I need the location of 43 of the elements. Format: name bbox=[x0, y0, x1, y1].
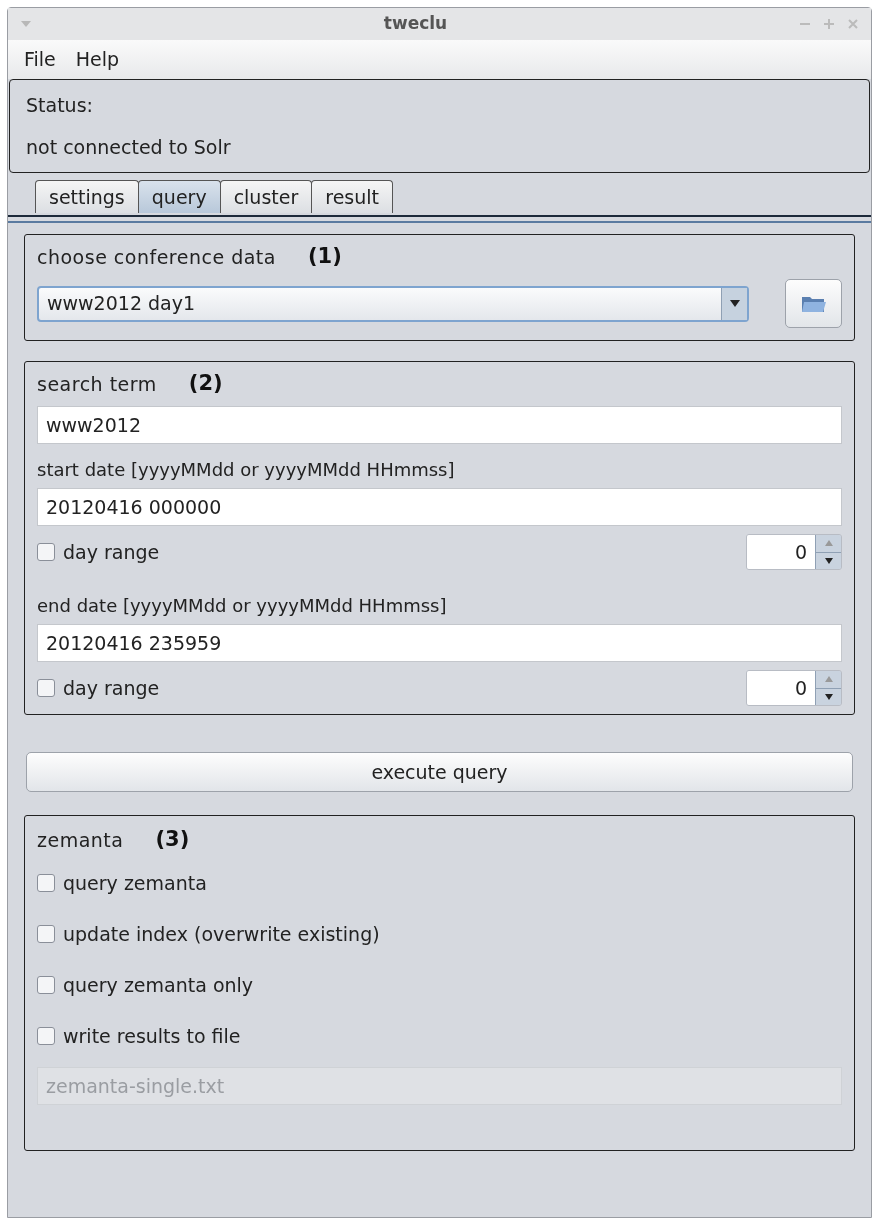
checkbox[interactable] bbox=[37, 976, 55, 994]
checkbox-label: query zemanta bbox=[63, 870, 207, 896]
field-label: start date [yyyyMMdd or yyyyMMdd HHmmss] bbox=[37, 458, 456, 482]
status-message: not connected to Solr bbox=[26, 134, 232, 160]
close-icon[interactable] bbox=[847, 18, 859, 30]
spinner-value: 0 bbox=[747, 671, 815, 705]
number-spinner[interactable]: 0 bbox=[746, 670, 842, 706]
checkbox-label: write results to file bbox=[63, 1023, 241, 1049]
tab[interactable]: settings bbox=[35, 180, 139, 213]
spinner-value: 0 bbox=[747, 535, 815, 569]
window-menu-icon[interactable] bbox=[20, 20, 32, 28]
conference-dropdown[interactable]: www2012 day1 bbox=[37, 285, 749, 322]
section-number: (3) bbox=[155, 826, 190, 854]
status-label: Status: bbox=[26, 92, 94, 118]
checkbox[interactable] bbox=[37, 1027, 55, 1045]
checkbox-label: day range bbox=[63, 539, 160, 565]
maximize-icon[interactable] bbox=[823, 18, 835, 30]
section-title: zemanta bbox=[37, 827, 124, 853]
execute-query-button[interactable]: execute query bbox=[26, 752, 853, 792]
section-title: choose conference data bbox=[37, 244, 276, 270]
section-number: (2) bbox=[188, 370, 223, 398]
menu-item[interactable]: File bbox=[20, 45, 60, 74]
checkbox[interactable] bbox=[37, 679, 55, 697]
tab[interactable]: cluster bbox=[219, 180, 313, 213]
checkbox[interactable] bbox=[37, 925, 55, 943]
search-field[interactable]: www2012 bbox=[37, 406, 842, 444]
checkbox[interactable] bbox=[37, 543, 55, 561]
date-field[interactable]: 20120416 235959 bbox=[37, 624, 842, 662]
checkbox[interactable] bbox=[37, 874, 55, 892]
field-label: end date [yyyyMMdd or yyyyMMdd HHmmss] bbox=[37, 594, 448, 618]
checkbox-label: day range bbox=[63, 675, 160, 701]
date-field[interactable]: 20120416 000000 bbox=[37, 488, 842, 526]
tab[interactable]: result bbox=[311, 180, 394, 213]
dropdown-value: www2012 day1 bbox=[46, 291, 197, 317]
number-spinner[interactable]: 0 bbox=[746, 534, 842, 570]
section-title: search term bbox=[37, 371, 157, 397]
checkbox-label: query zemanta only bbox=[63, 972, 254, 998]
menu-item[interactable]: Help bbox=[71, 45, 124, 74]
checkbox-label: update index (overwrite existing) bbox=[63, 921, 380, 947]
tab[interactable]: query bbox=[137, 180, 221, 213]
folder-button[interactable] bbox=[785, 279, 842, 328]
window-title: tweclu bbox=[382, 12, 449, 36]
section-number: (1) bbox=[307, 243, 342, 271]
